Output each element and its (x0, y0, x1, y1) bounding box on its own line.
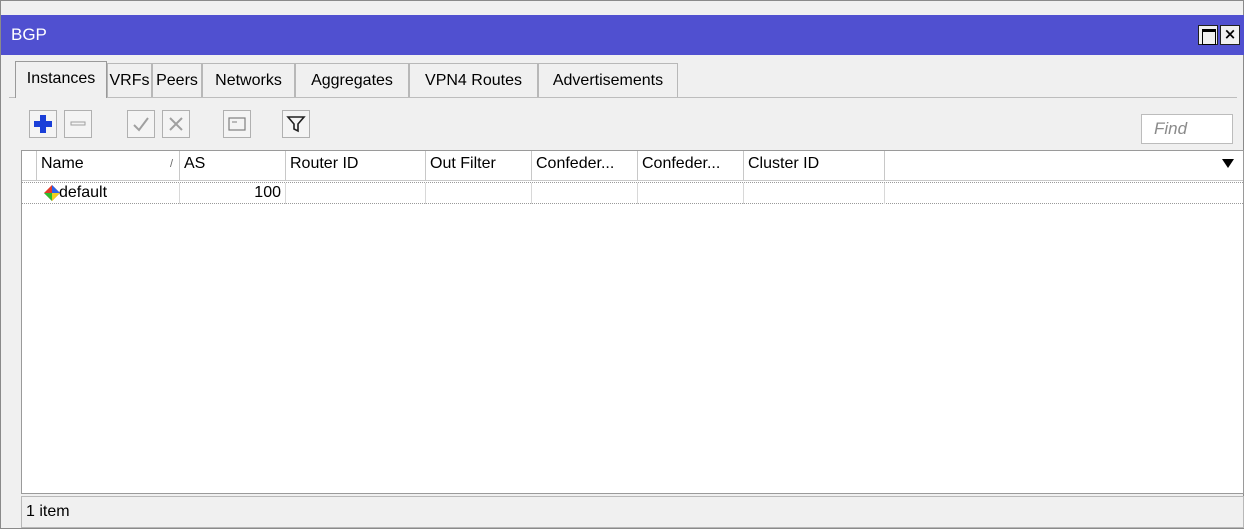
filter-icon (286, 116, 306, 133)
item-count: 1 item (26, 503, 70, 520)
table-header: Name / AS Router ID Out Filter Confeder.… (22, 151, 1243, 181)
toolbar: Find (9, 97, 1237, 147)
remove-icon (70, 121, 86, 126)
column-header-confederation[interactable]: Confeder... (532, 151, 638, 181)
tab-label: Instances (26, 70, 96, 87)
close-icon[interactable]: × (1220, 25, 1240, 45)
tab-peers[interactable]: Peers (152, 63, 202, 97)
add-icon (34, 115, 52, 133)
remove-button[interactable] (64, 110, 92, 138)
instances-table: Name / AS Router ID Out Filter Confeder.… (21, 150, 1244, 494)
bgp-window: BGP × Instances VRFs Peers Networks Aggr… (0, 0, 1244, 529)
column-header-confederation-peers[interactable]: Confeder... (638, 151, 744, 181)
comment-icon (228, 117, 246, 131)
cell-cluster-id (744, 183, 885, 204)
enable-button[interactable] (127, 110, 155, 138)
tab-vrfs[interactable]: VRFs (107, 63, 152, 97)
find-input[interactable]: Find (1141, 114, 1233, 144)
disable-button[interactable] (162, 110, 190, 138)
column-label: Confeder... (536, 155, 615, 172)
tab-label: Networks (215, 72, 282, 89)
tab-aggregates[interactable]: Aggregates (295, 63, 409, 97)
filter-button[interactable] (282, 110, 310, 138)
column-header-cluster-id[interactable]: Cluster ID (744, 151, 885, 181)
add-button[interactable] (29, 110, 57, 138)
tab-networks[interactable]: Networks (202, 63, 295, 97)
enable-icon (133, 117, 149, 132)
window-title: BGP (11, 25, 47, 44)
cell-name: default (37, 183, 180, 204)
status-bar: 1 item (21, 496, 1244, 528)
column-label: Cluster ID (748, 155, 820, 172)
column-label: Router ID (290, 155, 359, 172)
column-header-as[interactable]: AS (180, 151, 286, 181)
table-row[interactable]: default 100 (22, 182, 1243, 204)
tab-label: Peers (156, 72, 198, 89)
tab-vpn4-routes[interactable]: VPN4 Routes (409, 63, 538, 97)
column-header-name[interactable]: Name / (37, 151, 180, 181)
tab-label: VRFs (109, 72, 150, 89)
column-label: Out Filter (430, 155, 496, 172)
comment-button[interactable] (223, 110, 251, 138)
cell-router-id (286, 183, 426, 204)
cell-out-filter (426, 183, 532, 204)
title-bar[interactable]: BGP × (1, 15, 1244, 55)
column-header-out-filter[interactable]: Out Filter (426, 151, 532, 181)
tab-label: VPN4 Routes (425, 72, 522, 89)
column-header-router-id[interactable]: Router ID (286, 151, 426, 181)
instance-name: default (59, 184, 108, 201)
disable-icon (169, 117, 183, 131)
column-menu-arrow-icon[interactable] (1222, 159, 1234, 168)
column-label: Name (41, 155, 84, 172)
row-marker-header (22, 151, 37, 181)
tab-label: Advertisements (552, 72, 664, 89)
column-label: AS (184, 155, 206, 172)
cell-as: 100 (180, 183, 286, 204)
tab-instances[interactable]: Instances (15, 61, 107, 98)
column-label: Confeder... (642, 155, 721, 172)
maximize-icon[interactable] (1198, 25, 1218, 45)
cell-confederation-peers (638, 183, 744, 204)
tab-advertisements[interactable]: Advertisements (538, 63, 678, 97)
tab-label: Aggregates (311, 72, 393, 89)
sort-indicator: / (169, 158, 173, 170)
cell-confederation (532, 183, 638, 204)
